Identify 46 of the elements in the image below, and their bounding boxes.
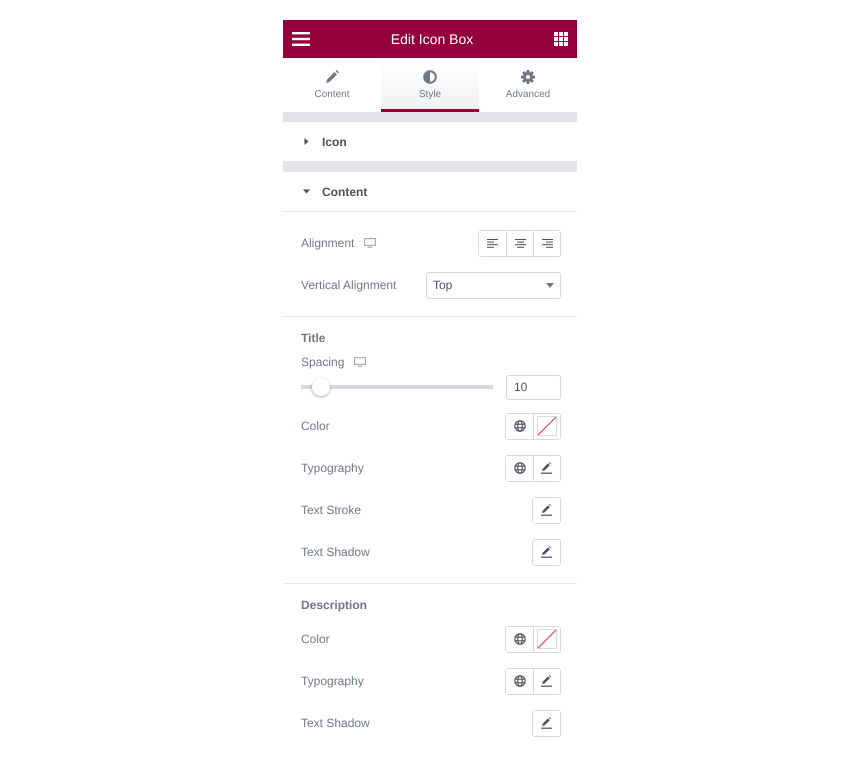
grid-icon[interactable] [554,32,568,46]
control-label: Text Stroke [301,503,362,517]
pencil-icon [540,717,552,729]
panel-title: Edit Icon Box [390,31,474,47]
control-label: Text Shadow [301,545,370,559]
select-field[interactable]: Top [426,272,561,298]
control-label: Alignment [301,236,354,250]
pencil-icon [325,70,339,84]
dropdown-caret-icon [546,282,554,288]
globe-icon [514,675,526,687]
control-label: Color [301,632,330,646]
color-swatch[interactable] [533,414,560,438]
control-label: Spacing [301,355,344,369]
control-label: Color [301,419,330,433]
color-swatch[interactable] [533,626,560,652]
pencil-icon [540,504,552,516]
no-color-icon [537,629,557,649]
control-label: Text Shadow [301,716,370,730]
caret-icon [303,138,310,145]
menu-icon[interactable] [292,32,310,46]
globe-icon [514,462,526,474]
number-field[interactable]: 10 [506,374,561,400]
align-icon [514,238,526,248]
align-icon [487,238,498,248]
globe-icon [514,420,526,432]
pencil-icon [541,675,553,687]
pencil-icon [541,462,553,474]
pencil-icon [540,546,552,558]
gear-icon [521,70,535,84]
group-heading: Title [301,330,326,347]
edit-button[interactable] [533,668,560,694]
section-header[interactable]: Content [283,172,577,212]
edit-button[interactable] [533,456,560,480]
globe-icon [514,633,526,645]
caret-icon [303,188,310,195]
group-heading: Description [301,597,368,614]
tab[interactable]: Content [283,58,381,112]
control-label: Vertical Alignment [301,278,396,292]
tab[interactable]: Advanced [479,58,577,112]
contrast-icon [423,70,437,84]
control-label: Typography [301,461,364,475]
control-label: Typography [301,674,364,688]
align-button[interactable] [533,230,560,256]
slider-thumb[interactable] [312,378,330,396]
no-color-icon [537,416,557,436]
align-icon [542,238,552,248]
